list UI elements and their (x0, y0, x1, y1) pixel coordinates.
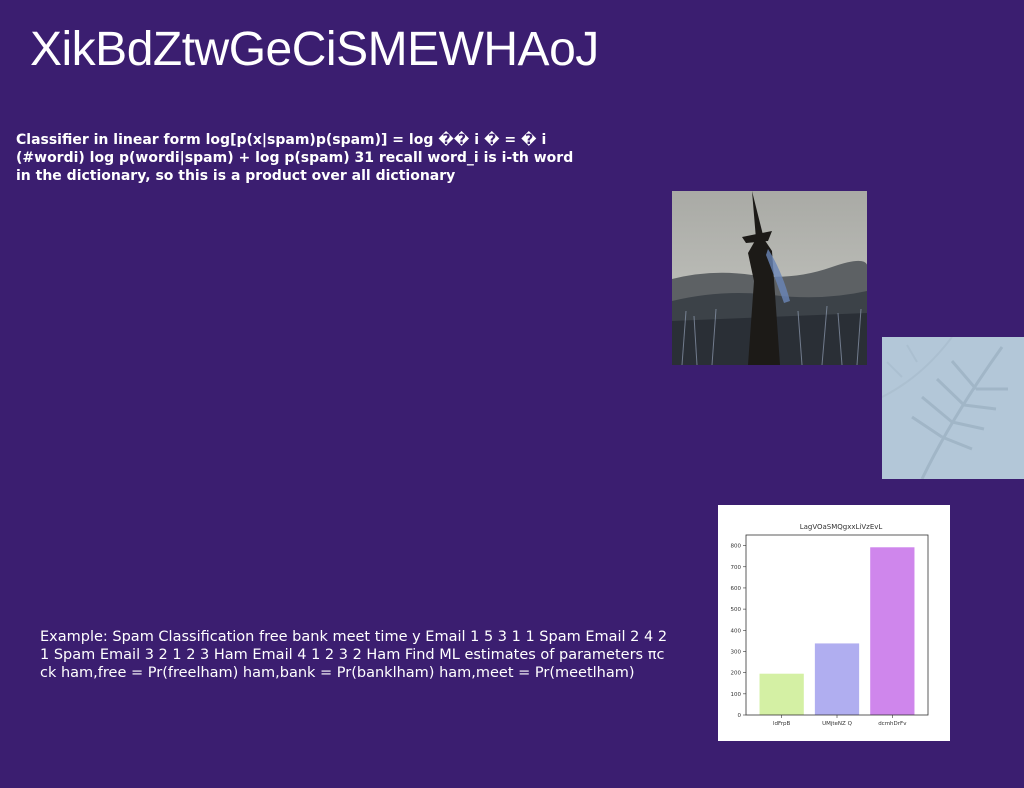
y-tick-label: 200 (731, 671, 742, 677)
bar-1 (759, 673, 804, 715)
y-tick-label: 600 (731, 586, 742, 592)
page-title: XikBdZtwGeCiSMEWHAoJ (30, 23, 599, 76)
x-axis: ldFrpB UMjteNZ Q dcmhDrFv (773, 715, 907, 727)
bar-chart: LagVOaSMQgxxLiVzEvL 0 100 200 300 400 500 600 7… (718, 505, 950, 741)
x-tick-label: dcmhDrFv (878, 721, 907, 727)
y-tick-label: 100 (731, 692, 742, 698)
x-tick-label: UMjteNZ Q (822, 721, 852, 727)
witch-photo-image (672, 191, 867, 365)
classifier-text: Classifier in linear form log[p(x|spam)p… (16, 132, 574, 184)
y-tick-label: 500 (731, 607, 742, 613)
y-tick-label: 300 (731, 649, 742, 655)
y-axis: 0 100 200 300 400 500 600 700 800 (731, 544, 746, 719)
y-tick-label: 400 (731, 628, 742, 634)
bar-3 (870, 547, 915, 715)
bar-2 (814, 643, 860, 715)
example-text: Example: Spam Classification free bank m… (40, 629, 668, 681)
y-tick-label: 0 (738, 713, 742, 719)
y-tick-label: 800 (731, 544, 742, 550)
y-tick-label: 700 (731, 565, 742, 571)
bars (759, 547, 915, 715)
x-tick-label: ldFrpB (773, 721, 791, 727)
fern-shadow-photo-image (882, 337, 1024, 479)
chart-title: LagVOaSMQgxxLiVzEvL (800, 523, 883, 531)
